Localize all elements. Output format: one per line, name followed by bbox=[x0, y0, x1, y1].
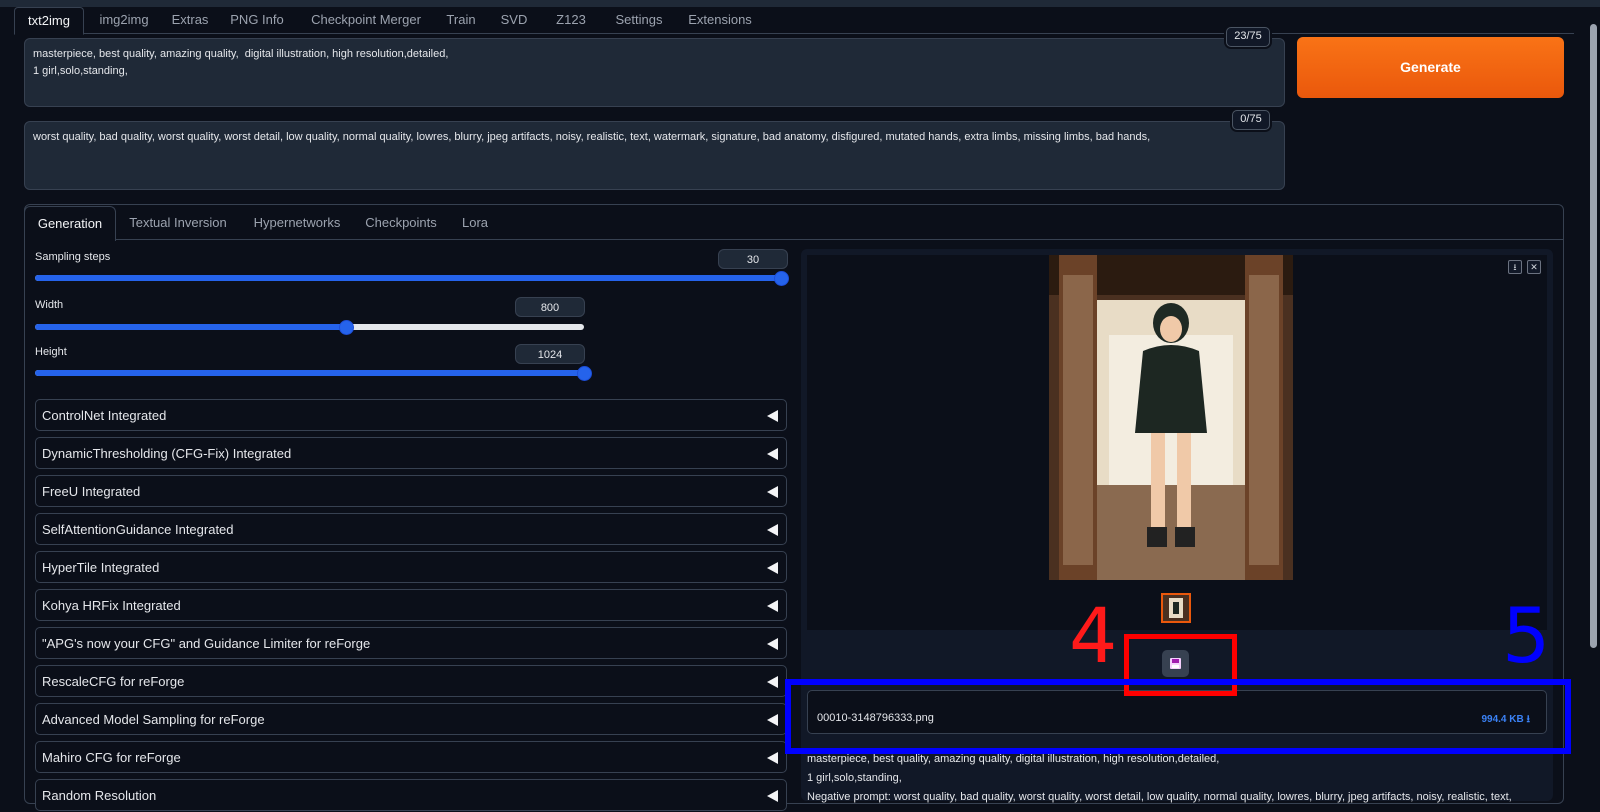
triangle-left-icon bbox=[767, 600, 778, 612]
triangle-left-icon bbox=[767, 676, 778, 688]
accordion-hypertile[interactable]: HyperTile Integrated bbox=[35, 551, 787, 583]
accordion-self-attention-guidance[interactable]: SelfAttentionGuidance Integrated bbox=[35, 513, 787, 545]
download-icon[interactable]: ⭳ bbox=[1508, 260, 1522, 274]
negative-prompt-token-counter: 0/75 bbox=[1232, 110, 1270, 130]
gallery-thumbnail[interactable] bbox=[1161, 593, 1191, 623]
accordion-kohya-hrfix[interactable]: Kohya HRFix Integrated bbox=[35, 589, 787, 621]
height-input[interactable]: 1024 bbox=[515, 344, 585, 364]
accordion-rescale-cfg[interactable]: RescaleCFG for reForge bbox=[35, 665, 787, 697]
tab-hypernetworks[interactable]: Hypernetworks bbox=[244, 206, 350, 240]
width-fill bbox=[35, 324, 347, 330]
triangle-left-icon bbox=[767, 486, 778, 498]
triangle-left-icon bbox=[767, 524, 778, 536]
info-prompt-line: 1 girl,solo,standing, bbox=[807, 772, 902, 784]
accordion-advanced-model-sampling[interactable]: Advanced Model Sampling for reForge bbox=[35, 703, 787, 735]
accordion-label: RescaleCFG for reForge bbox=[42, 674, 185, 689]
accordion-label: Random Resolution bbox=[42, 788, 157, 803]
width-label: Width bbox=[35, 299, 64, 311]
triangle-left-icon bbox=[767, 448, 778, 460]
accordion-label: Mahiro CFG for reForge bbox=[42, 750, 181, 765]
tab-textual-inversion[interactable]: Textual Inversion bbox=[118, 206, 238, 240]
triangle-left-icon bbox=[767, 562, 778, 574]
accordion-dynamic-thresholding[interactable]: DynamicThresholding (CFG-Fix) Integrated bbox=[35, 437, 787, 469]
triangle-left-icon bbox=[767, 714, 778, 726]
accordion-apg-cfg[interactable]: "APG's now your CFG" and Guidance Limite… bbox=[35, 627, 787, 659]
accordion-label: Kohya HRFix Integrated bbox=[42, 598, 181, 613]
sampling-steps-input[interactable]: 30 bbox=[718, 249, 788, 269]
generate-button[interactable]: Generate bbox=[1297, 37, 1564, 98]
prompt-token-counter: 23/75 bbox=[1226, 27, 1270, 47]
accordion-mahiro-cfg[interactable]: Mahiro CFG for reForge bbox=[35, 741, 787, 773]
tab-z123[interactable]: Z123 bbox=[546, 7, 596, 33]
accordion-label: HyperTile Integrated bbox=[42, 560, 160, 575]
height-handle[interactable] bbox=[577, 366, 592, 381]
annotation-blue-box bbox=[785, 679, 1571, 754]
width-slider[interactable] bbox=[35, 320, 584, 335]
accordion-freeu[interactable]: FreeU Integrated bbox=[35, 475, 787, 507]
annotation-red-number: 4 bbox=[1069, 591, 1118, 680]
prompt-input[interactable]: masterpiece, best quality, amazing quali… bbox=[24, 38, 1285, 107]
height-fill bbox=[35, 370, 584, 376]
accordion-label: Advanced Model Sampling for reForge bbox=[42, 712, 265, 727]
tab-extras[interactable]: Extras bbox=[162, 7, 218, 33]
tab-png-info[interactable]: PNG Info bbox=[220, 7, 294, 33]
negative-prompt-input[interactable]: worst quality, bad quality, worst qualit… bbox=[24, 121, 1285, 190]
triangle-left-icon bbox=[767, 752, 778, 764]
tab-img2img[interactable]: img2img bbox=[86, 7, 162, 33]
sampling-steps-handle[interactable] bbox=[774, 271, 789, 286]
close-icon[interactable]: ✕ bbox=[1527, 260, 1541, 274]
accordion-controlnet[interactable]: ControlNet Integrated bbox=[35, 399, 787, 431]
tab-lora[interactable]: Lora bbox=[452, 206, 498, 240]
generation-info: masterpiece, best quality, amazing quali… bbox=[807, 750, 1547, 807]
tab-extensions[interactable]: Extensions bbox=[680, 7, 760, 33]
sampling-steps-label: Sampling steps bbox=[35, 251, 111, 263]
scrollbar-thumb[interactable] bbox=[1590, 24, 1597, 648]
accordion-label: "APG's now your CFG" and Guidance Limite… bbox=[42, 636, 371, 651]
tab-txt2img[interactable]: txt2img bbox=[14, 7, 84, 35]
annotation-blue-number: 5 bbox=[1502, 591, 1551, 680]
height-label: Height bbox=[35, 346, 67, 358]
info-negative-prompt-line: Negative prompt: worst quality, bad qual… bbox=[807, 791, 1512, 803]
width-input[interactable]: 800 bbox=[515, 297, 585, 317]
top-strip bbox=[0, 0, 1600, 7]
tab-generation[interactable]: Generation bbox=[24, 206, 116, 241]
sampling-steps-slider[interactable] bbox=[35, 271, 789, 286]
sampling-steps-fill bbox=[35, 275, 781, 281]
triangle-left-icon bbox=[767, 410, 778, 422]
accordion-label: DynamicThresholding (CFG-Fix) Integrated bbox=[42, 446, 292, 461]
accordion-label: ControlNet Integrated bbox=[42, 408, 167, 423]
tab-svd[interactable]: SVD bbox=[492, 7, 536, 33]
generated-image[interactable] bbox=[1049, 255, 1293, 580]
accordion-label: SelfAttentionGuidance Integrated bbox=[42, 522, 234, 537]
height-slider[interactable] bbox=[35, 366, 592, 381]
main-tabs: txt2img img2img Extras PNG Info Checkpoi… bbox=[14, 7, 1574, 35]
accordion-random-resolution[interactable]: Random Resolution bbox=[35, 779, 787, 811]
tab-checkpoint-merger[interactable]: Checkpoint Merger bbox=[304, 7, 428, 33]
triangle-left-icon bbox=[767, 638, 778, 650]
accordion-label: FreeU Integrated bbox=[42, 484, 141, 499]
tab-settings[interactable]: Settings bbox=[604, 7, 674, 33]
triangle-left-icon bbox=[767, 790, 778, 802]
tab-train[interactable]: Train bbox=[438, 7, 484, 33]
tab-checkpoints[interactable]: Checkpoints bbox=[358, 206, 444, 240]
